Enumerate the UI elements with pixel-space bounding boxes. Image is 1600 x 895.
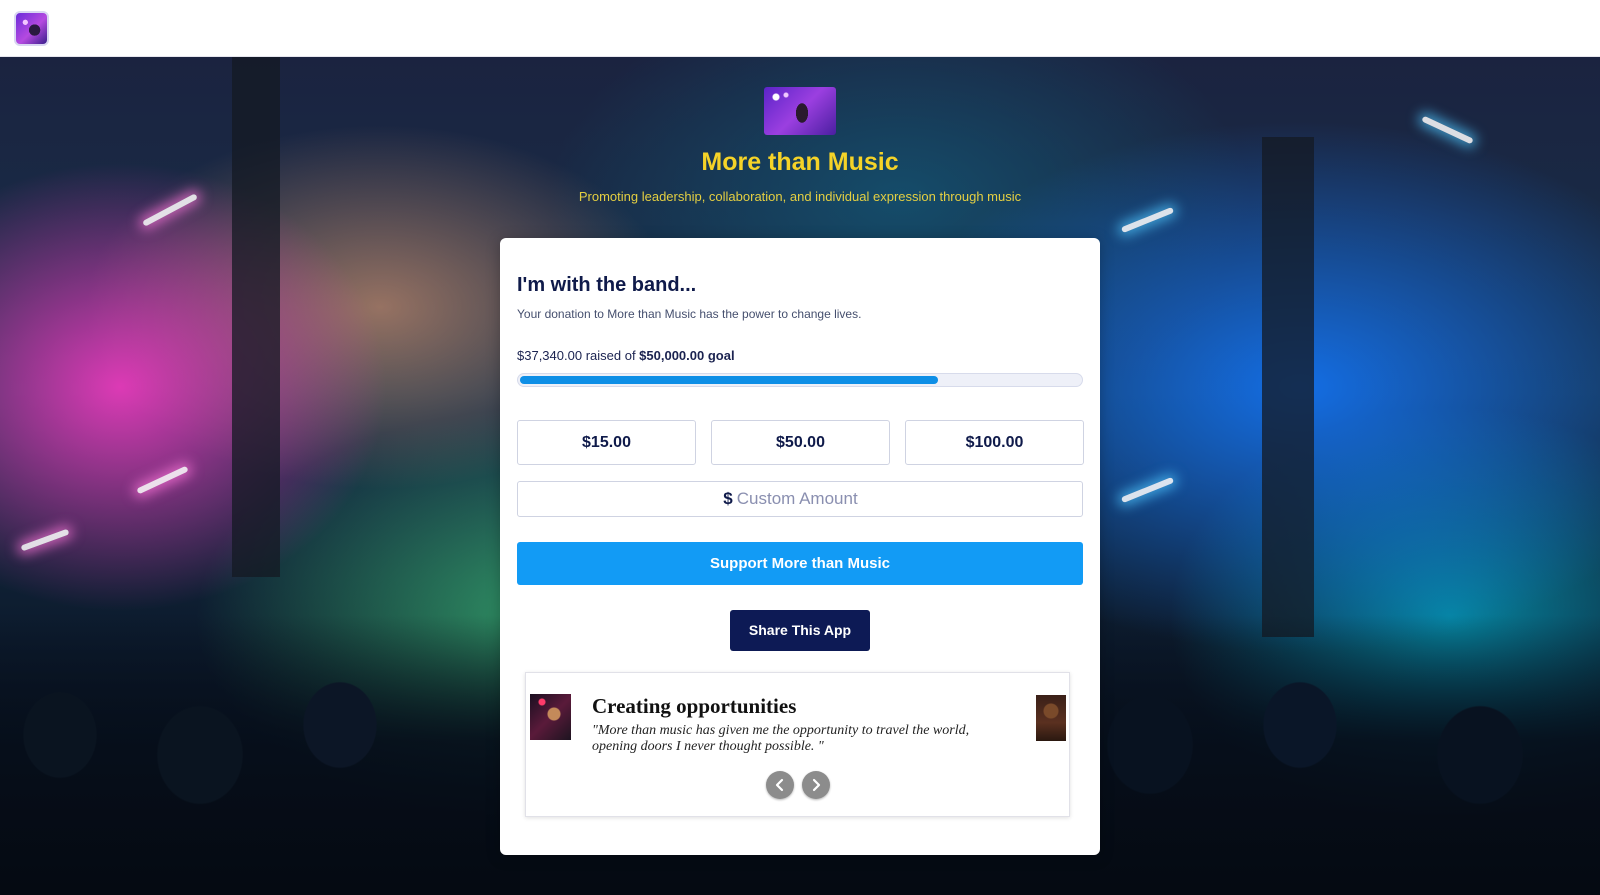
page-title: More than Music	[701, 148, 899, 176]
raised-amount: $37,340.00	[517, 348, 583, 363]
stage-light	[20, 528, 70, 552]
testimonial-carousel: Creating opportunities "More than music …	[525, 672, 1070, 817]
card-heading: I'm with the band...	[517, 274, 697, 296]
carousel-prev-button[interactable]	[766, 771, 794, 799]
amount-button-100[interactable]: $100.00	[905, 420, 1084, 465]
testimonial-quote: "More than music has given me the opport…	[592, 723, 970, 754]
share-app-button[interactable]: Share This App	[730, 610, 870, 651]
stage-light	[1120, 476, 1175, 504]
support-button[interactable]: Support More than Music	[517, 542, 1083, 585]
testimonial-photo-previous[interactable]	[530, 694, 571, 740]
speaker-tower-left	[232, 57, 280, 577]
custom-amount-input[interactable]	[736, 489, 877, 509]
page-tagline: Promoting leadership, collaboration, and…	[578, 189, 1022, 204]
carousel-next-button[interactable]	[802, 771, 830, 799]
custom-amount-field[interactable]: $	[517, 481, 1083, 517]
chevron-left-icon	[775, 778, 784, 792]
hero-logo-image	[764, 87, 836, 135]
stage-light	[136, 465, 189, 495]
testimonial-title: Creating opportunities	[592, 694, 797, 718]
stage-light	[1120, 206, 1175, 234]
currency-symbol: $	[723, 489, 733, 508]
raised-text: raised of	[582, 348, 640, 363]
progress-fill	[520, 376, 938, 384]
progress-bar	[517, 373, 1083, 387]
amount-button-15[interactable]: $15.00	[517, 420, 696, 465]
donation-card: I'm with the band... Your donation to Mo…	[500, 238, 1100, 855]
amount-button-50[interactable]: $50.00	[711, 420, 890, 465]
speaker-tower-right	[1262, 137, 1314, 637]
top-bar	[0, 0, 1600, 57]
stage-light	[1421, 115, 1474, 145]
card-subheading: Your donation to More than Music has the…	[517, 307, 862, 321]
raised-summary: $37,340.00 raised of $50,000.00 goal	[517, 348, 735, 363]
goal-amount: $50,000.00 goal	[639, 348, 735, 363]
app-logo-icon[interactable]	[14, 11, 49, 46]
testimonial-photo-next[interactable]	[1036, 695, 1066, 741]
chevron-right-icon	[812, 778, 821, 792]
